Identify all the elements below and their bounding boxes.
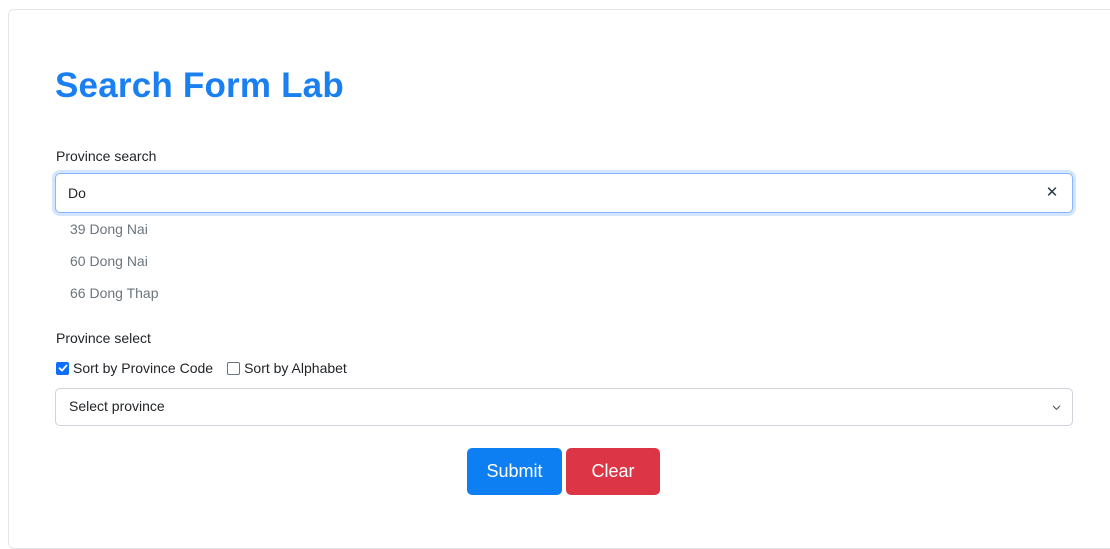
page-title: Search Form Lab: [55, 66, 344, 105]
province-search-input[interactable]: [56, 174, 1016, 212]
suggestion-item[interactable]: 66 Dong Thap: [70, 283, 158, 315]
checkbox-checked-icon[interactable]: [56, 361, 69, 375]
sort-by-alphabet-checkbox[interactable]: Sort by Alphabet: [227, 359, 347, 377]
province-select[interactable]: Select province: [55, 388, 1073, 426]
province-search-label: Province search: [56, 148, 157, 164]
checkbox-unchecked-icon[interactable]: [227, 361, 241, 375]
province-select-value: Select province: [69, 398, 165, 414]
chevron-down-icon: [1052, 405, 1061, 410]
submit-button[interactable]: Submit: [467, 448, 562, 495]
clear-search-icon[interactable]: ✕: [1044, 185, 1060, 201]
sort-by-code-checkbox[interactable]: Sort by Province Code: [56, 359, 213, 377]
suggestion-list: 39 Dong Nai 60 Dong Nai 66 Dong Thap: [70, 219, 158, 315]
suggestion-item[interactable]: 39 Dong Nai: [70, 219, 158, 251]
province-select-label: Province select: [56, 330, 151, 346]
sort-options: Sort by Province Code Sort by Alphabet: [56, 359, 361, 377]
sort-by-code-label: Sort by Province Code: [73, 360, 214, 376]
suggestion-item[interactable]: 60 Dong Nai: [70, 251, 158, 283]
sort-by-alphabet-label: Sort by Alphabet: [244, 360, 347, 376]
province-search-box: ✕: [55, 173, 1073, 213]
clear-button[interactable]: Clear: [566, 448, 660, 495]
